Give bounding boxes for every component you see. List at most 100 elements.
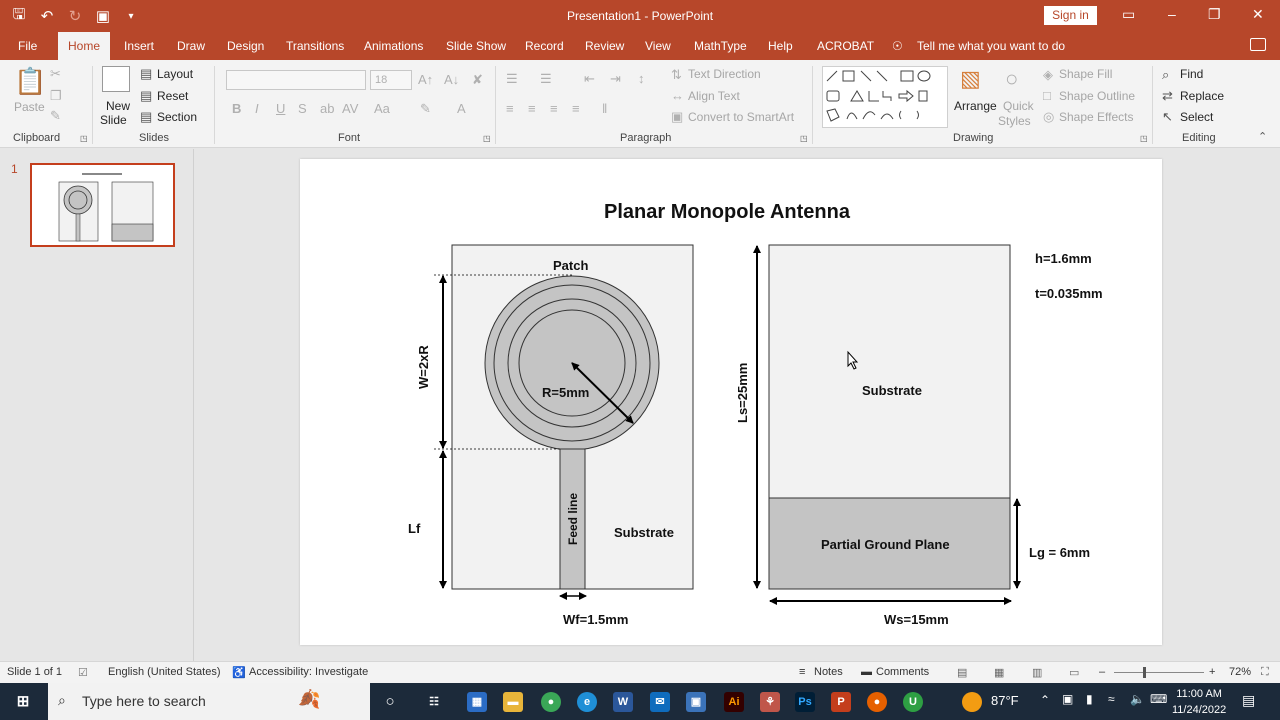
app-icon[interactable]: ▣ bbox=[686, 692, 706, 712]
tab-review[interactable]: Review bbox=[585, 32, 624, 60]
tab-transitions[interactable]: Transitions bbox=[286, 32, 344, 60]
tab-mathtype[interactable]: MathType bbox=[694, 32, 747, 60]
replace-button[interactable]: Replace bbox=[1180, 89, 1224, 103]
zoom-in-icon[interactable]: + bbox=[1209, 666, 1215, 678]
zoom-slider[interactable] bbox=[1114, 672, 1204, 673]
task-view-icon[interactable]: ☷ bbox=[424, 692, 444, 712]
tell-me-search[interactable]: Tell me what you want to do bbox=[917, 32, 1065, 60]
tab-record[interactable]: Record bbox=[525, 32, 564, 60]
windows-start-icon[interactable]: ⊞ bbox=[13, 692, 33, 712]
quick-styles-button[interactable]: Quick bbox=[1003, 99, 1034, 113]
tab-file[interactable]: File bbox=[18, 32, 37, 60]
shape-outline-button[interactable]: Shape Outline bbox=[1059, 89, 1135, 103]
reading-view-icon[interactable]: ▥ bbox=[1032, 666, 1042, 679]
copy-icon[interactable]: ❐ bbox=[50, 88, 62, 104]
convert-smartart-button[interactable]: Convert to SmartArt bbox=[688, 110, 794, 124]
sign-in-button[interactable]: Sign in bbox=[1044, 6, 1097, 25]
font-family-combobox[interactable] bbox=[226, 70, 366, 90]
language[interactable]: English (United States) bbox=[108, 666, 221, 678]
language-icon[interactable]: ⌨ bbox=[1150, 692, 1167, 706]
taskbar-clock[interactable]: 11:00 AM 11/24/2022 bbox=[1172, 686, 1226, 718]
increase-indent-icon[interactable]: ⇥ bbox=[610, 71, 621, 87]
decrease-indent-icon[interactable]: ⇤ bbox=[584, 71, 595, 87]
tab-design[interactable]: Design bbox=[227, 32, 264, 60]
tray-app-icon[interactable]: ▣ bbox=[1062, 692, 1073, 706]
tab-animations[interactable]: Animations bbox=[364, 32, 423, 60]
cut-icon[interactable]: ✂ bbox=[50, 66, 61, 82]
arrange-button[interactable]: Arrange bbox=[954, 99, 997, 113]
collapse-ribbon-icon[interactable]: ⌃ bbox=[1258, 130, 1267, 143]
zoom-out-icon[interactable]: – bbox=[1099, 666, 1105, 678]
tab-slide-show[interactable]: Slide Show bbox=[446, 32, 506, 60]
section-button[interactable]: Section bbox=[157, 110, 197, 124]
word-icon[interactable]: W bbox=[613, 692, 633, 712]
shadow-icon[interactable]: S bbox=[298, 101, 307, 116]
select-button[interactable]: Select bbox=[1180, 110, 1213, 124]
close-button[interactable]: ✕ bbox=[1252, 6, 1264, 23]
shape-fill-button[interactable]: Shape Fill bbox=[1059, 67, 1112, 81]
tray-chevron-icon[interactable]: ⌃ bbox=[1040, 693, 1050, 707]
align-text-button[interactable]: Align Text bbox=[688, 89, 740, 103]
minimize-button[interactable]: – bbox=[1168, 6, 1176, 22]
reset-button[interactable]: Reset bbox=[157, 89, 188, 103]
underline-icon[interactable]: U bbox=[276, 101, 285, 116]
paragraph-launcher-icon[interactable]: ◳ bbox=[800, 134, 808, 143]
highlight-icon[interactable]: ✎ bbox=[420, 101, 431, 117]
slide-sorter-icon[interactable]: ▦ bbox=[994, 666, 1004, 679]
shape-effects-button[interactable]: Shape Effects bbox=[1059, 110, 1134, 124]
drawing-launcher-icon[interactable]: ◳ bbox=[1140, 134, 1148, 143]
clipboard-launcher-icon[interactable]: ◳ bbox=[80, 134, 88, 143]
edge-icon[interactable]: e bbox=[577, 692, 597, 712]
text-direction-button[interactable]: Text Direction bbox=[688, 67, 761, 81]
decrease-font-icon[interactable]: A↓ bbox=[444, 72, 459, 87]
paste-button[interactable]: Paste bbox=[14, 100, 45, 114]
notes-button[interactable]: Notes bbox=[814, 666, 843, 678]
tab-home[interactable]: Home bbox=[58, 32, 111, 60]
character-spacing-icon[interactable]: AV bbox=[342, 101, 358, 116]
tab-view[interactable]: View bbox=[645, 32, 671, 60]
mail-icon[interactable]: ✉ bbox=[650, 692, 670, 712]
chrome-icon[interactable]: ● bbox=[541, 692, 561, 712]
paste-icon[interactable]: 📋 bbox=[14, 66, 46, 97]
cortana-icon[interactable]: ○ bbox=[380, 692, 400, 712]
bullets-icon[interactable]: ☰ bbox=[506, 71, 518, 87]
illustrator-icon[interactable]: Ai bbox=[724, 692, 744, 712]
new-slide-button[interactable]: New bbox=[106, 99, 130, 113]
zoom-slider-thumb[interactable] bbox=[1143, 667, 1146, 678]
strikethrough-icon[interactable]: ab bbox=[320, 101, 334, 116]
font-color-icon[interactable]: A bbox=[457, 101, 466, 116]
weather-temperature[interactable]: 87°F bbox=[991, 693, 1019, 708]
slide-thumbnail[interactable] bbox=[30, 163, 175, 247]
tab-draw[interactable]: Draw bbox=[177, 32, 205, 60]
clear-formatting-icon[interactable]: ✘ bbox=[472, 72, 483, 88]
quick-styles-button-line2[interactable]: Styles bbox=[998, 114, 1031, 128]
bold-icon[interactable]: B bbox=[232, 101, 241, 116]
shapes-gallery[interactable] bbox=[822, 66, 948, 128]
slide-count[interactable]: Slide 1 of 1 bbox=[7, 666, 62, 678]
line-spacing-icon[interactable]: ↕ bbox=[638, 71, 645, 86]
increase-font-icon[interactable]: A↑ bbox=[418, 72, 433, 87]
columns-icon[interactable]: ‖ bbox=[602, 101, 607, 116]
slide-title[interactable]: Planar Monopole Antenna bbox=[604, 201, 850, 224]
store-icon[interactable]: ▦ bbox=[467, 692, 487, 712]
slide-canvas[interactable]: Planar Monopole Antenna Patch W=2xR R=5m… bbox=[300, 159, 1162, 645]
comments-button[interactable]: Comments bbox=[876, 666, 929, 678]
slide-show-icon[interactable]: ▭ bbox=[1069, 666, 1079, 679]
numbering-icon[interactable]: ☰ bbox=[540, 71, 552, 87]
align-left-icon[interactable]: ≡ bbox=[506, 101, 514, 116]
change-case-icon[interactable]: Aa bbox=[374, 101, 390, 116]
app-red-icon[interactable]: ⚘ bbox=[760, 692, 780, 712]
firefox-icon[interactable]: ● bbox=[867, 692, 887, 712]
ribbon-display-options-icon[interactable]: ▭ bbox=[1122, 6, 1135, 23]
file-explorer-icon[interactable]: ▬ bbox=[503, 692, 523, 712]
photoshop-icon[interactable]: Ps bbox=[795, 692, 815, 712]
align-center-icon[interactable]: ≡ bbox=[528, 101, 536, 116]
new-slide-button-line2[interactable]: Slide bbox=[100, 113, 127, 127]
new-slide-icon[interactable] bbox=[102, 66, 130, 92]
fit-to-window-icon[interactable]: ⛶ bbox=[1261, 666, 1269, 679]
font-launcher-icon[interactable]: ◳ bbox=[483, 134, 491, 143]
u-app-icon[interactable]: U bbox=[903, 692, 923, 712]
italic-icon[interactable]: I bbox=[255, 101, 259, 116]
wifi-icon[interactable]: ≈ bbox=[1108, 692, 1115, 706]
powerpoint-icon[interactable]: P bbox=[831, 692, 851, 712]
